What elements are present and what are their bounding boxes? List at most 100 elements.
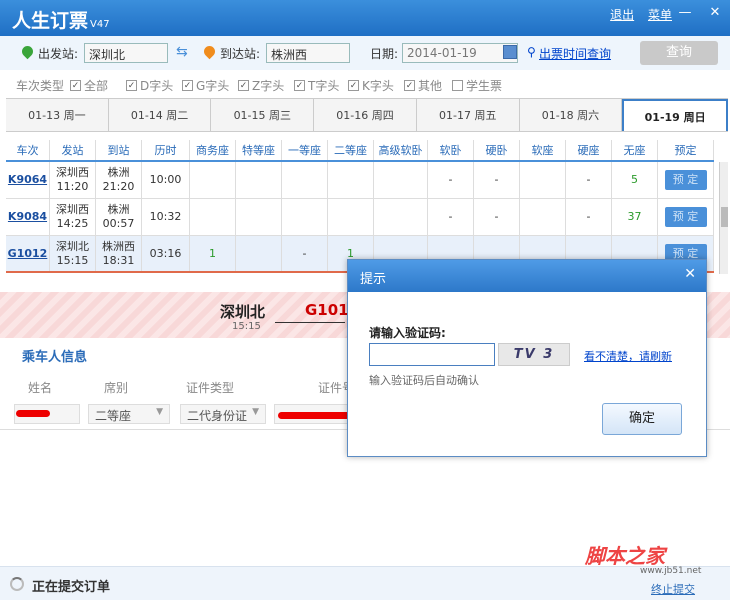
date-input[interactable]: 2014-01-19 bbox=[402, 43, 518, 63]
table-scrollbar[interactable] bbox=[719, 162, 728, 274]
from-station-input[interactable]: 深圳北 bbox=[84, 43, 168, 63]
captcha-image[interactable]: TV 3 bbox=[498, 343, 570, 366]
seat-cell bbox=[520, 199, 566, 235]
stop-submit-link[interactable]: 终止提交 bbox=[651, 581, 695, 597]
column-header: 车次 bbox=[6, 140, 50, 160]
close-window-button[interactable]: ✕ bbox=[706, 5, 724, 21]
column-header: 证件类型 bbox=[186, 381, 235, 395]
departure-time: 11:20 bbox=[56, 180, 89, 193]
table-header: 车次 发站 到站 历时 商务座 特等座 一等座 二等座 高级软卧 软卧 硬卧 软… bbox=[6, 140, 714, 162]
scrollbar-thumb[interactable] bbox=[721, 207, 728, 227]
status-bar: 正在提交订单 终止提交 bbox=[0, 566, 730, 600]
menu-link[interactable]: 菜单 bbox=[648, 8, 672, 22]
duration: 03:16 bbox=[142, 236, 190, 271]
train-number-link[interactable]: G1012 bbox=[6, 247, 49, 261]
loading-spinner-icon bbox=[10, 577, 24, 591]
column-header: 无座 bbox=[612, 140, 658, 160]
location-pin-icon bbox=[201, 43, 218, 60]
band-from-station: 深圳北 bbox=[220, 303, 266, 321]
seat-cell: 37 bbox=[612, 199, 658, 235]
chevron-down-icon: ▼ bbox=[252, 407, 259, 417]
redaction-mark bbox=[16, 410, 50, 417]
passenger-section-title: 乘车人信息 bbox=[22, 350, 88, 365]
to-station: 株洲 bbox=[107, 166, 130, 179]
train-number-link[interactable]: K9064 bbox=[6, 173, 49, 187]
column-header: 席别 bbox=[104, 381, 129, 395]
refresh-captcha-link[interactable]: 看不清楚，请刷新 bbox=[584, 348, 672, 364]
filter-other[interactable]: ✓ 其他 bbox=[404, 77, 442, 94]
calendar-icon[interactable] bbox=[503, 45, 517, 59]
seat-cell: 5 bbox=[612, 162, 658, 198]
search-icon: ⚲ bbox=[527, 45, 536, 59]
app-title: 人生订票 V47 bbox=[12, 10, 110, 32]
ticket-time-query-link[interactable]: 出票时间查询 bbox=[539, 45, 611, 62]
filter-g[interactable]: ✓ G字头 bbox=[182, 77, 229, 94]
filter-label: 车次类型 bbox=[16, 79, 65, 93]
from-station: 深圳西 bbox=[56, 203, 89, 216]
chevron-down-icon: ▼ bbox=[156, 407, 163, 417]
seat-cell bbox=[328, 162, 374, 198]
app-version: V47 bbox=[90, 19, 110, 30]
from-station: 深圳西 bbox=[56, 166, 89, 179]
tab-date[interactable]: 01-13 周一 bbox=[6, 99, 109, 131]
tab-date[interactable]: 01-15 周三 bbox=[211, 99, 315, 131]
seat-cell bbox=[374, 162, 428, 198]
band-departure-time: 15:15 bbox=[232, 321, 261, 332]
swap-stations-icon[interactable]: ⇆ bbox=[176, 44, 188, 60]
to-station-input[interactable]: 株洲西 bbox=[266, 43, 350, 63]
checkbox-icon: ✓ bbox=[70, 80, 81, 91]
checkbox-icon: ✓ bbox=[238, 80, 249, 91]
ok-button[interactable]: 确定 bbox=[602, 403, 682, 435]
query-button[interactable]: 查询 bbox=[640, 41, 718, 65]
checkbox-icon: ✓ bbox=[294, 80, 305, 91]
seat-cell: - bbox=[474, 162, 520, 198]
tab-date-active[interactable]: 01-19 周日 bbox=[622, 99, 729, 131]
tab-date[interactable]: 01-16 周四 bbox=[314, 99, 417, 131]
seat-cell: - bbox=[428, 199, 474, 235]
seat-cell bbox=[190, 199, 236, 235]
filter-k[interactable]: ✓ K字头 bbox=[348, 77, 394, 94]
captcha-hint: 输入验证码后自动确认 bbox=[369, 374, 479, 387]
to-label: 到达站: bbox=[220, 47, 261, 61]
column-header: 特等座 bbox=[236, 140, 282, 160]
arrival-time: 21:20 bbox=[102, 180, 135, 193]
checkbox-icon bbox=[452, 80, 463, 91]
column-header: 商务座 bbox=[190, 140, 236, 160]
column-header: 预定 bbox=[658, 140, 714, 160]
table-row[interactable]: K9084 深圳西 14:25 株洲 00:57 10:32 - - - 37 预 … bbox=[6, 199, 714, 236]
departure-time: 15:15 bbox=[56, 253, 89, 267]
seat-type-select[interactable]: 二等座 ▼ bbox=[88, 404, 170, 424]
table-row[interactable]: K9064 深圳西 11:20 株洲 21:20 10:00 - - - 5 预 定 bbox=[6, 162, 714, 199]
seat-cell bbox=[374, 199, 428, 235]
tab-date[interactable]: 01-18 周六 bbox=[520, 99, 623, 131]
route-line bbox=[275, 322, 345, 323]
close-icon[interactable]: ✕ bbox=[684, 266, 696, 282]
seat-cell bbox=[282, 162, 328, 198]
date-tabs: 01-13 周一 01-14 周二 01-15 周三 01-16 周四 01-1… bbox=[6, 98, 729, 132]
filter-z[interactable]: ✓ Z字头 bbox=[238, 77, 284, 94]
tab-date[interactable]: 01-14 周二 bbox=[109, 99, 212, 131]
train-number-link[interactable]: K9084 bbox=[6, 210, 49, 224]
filter-student[interactable]: 学生票 bbox=[452, 77, 502, 94]
column-header: 二等座 bbox=[328, 140, 374, 160]
filter-t[interactable]: ✓ T字头 bbox=[294, 77, 339, 94]
column-header: 历时 bbox=[142, 140, 190, 160]
filter-d[interactable]: ✓ D字头 bbox=[126, 77, 173, 94]
seat-cell: - bbox=[282, 236, 328, 271]
checkbox-icon: ✓ bbox=[404, 80, 415, 91]
captcha-input[interactable] bbox=[369, 343, 495, 366]
book-button[interactable]: 预 定 bbox=[664, 207, 707, 227]
filter-all[interactable]: ✓ 全部 bbox=[70, 77, 108, 94]
seat-cell bbox=[282, 199, 328, 235]
search-bar: 出发站: 深圳北 ⇆ 到达站: 株洲西 日期: 2014-01-19 ⚲ 出票时… bbox=[0, 36, 730, 70]
logout-link[interactable]: 退出 bbox=[610, 8, 634, 22]
minimize-button[interactable]: — bbox=[676, 5, 694, 21]
checkbox-icon: ✓ bbox=[348, 80, 359, 91]
to-station: 株洲 bbox=[107, 203, 130, 216]
id-type-select[interactable]: 二代身份证 ▼ bbox=[180, 404, 266, 424]
seat-cell: 1 bbox=[190, 236, 236, 271]
column-header: 发站 bbox=[50, 140, 96, 160]
book-button[interactable]: 预 定 bbox=[664, 170, 707, 190]
seat-cell bbox=[520, 162, 566, 198]
tab-date[interactable]: 01-17 周五 bbox=[417, 99, 520, 131]
